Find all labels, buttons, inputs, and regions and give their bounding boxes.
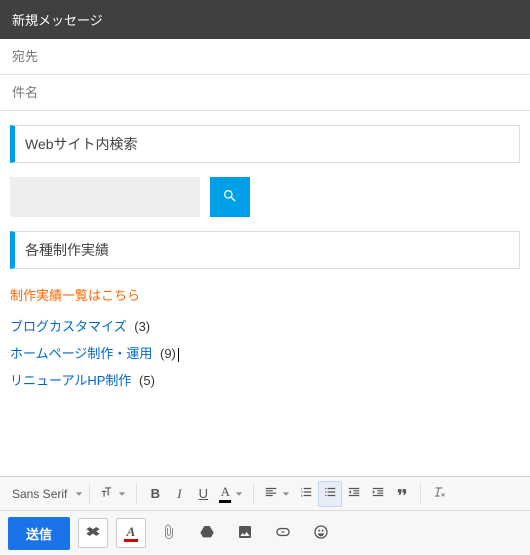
align-left-icon (264, 485, 278, 502)
dropbox-icon (85, 524, 101, 543)
insert-photo-button[interactable] (230, 518, 260, 548)
format-a-icon: A (124, 524, 138, 542)
chevron-down-icon (235, 486, 243, 501)
drive-icon (199, 524, 215, 543)
list-ol-icon (299, 485, 313, 502)
action-toolbar: 送信 A (0, 511, 530, 555)
align-button[interactable] (260, 481, 294, 507)
quote-icon (395, 485, 409, 502)
indent-less-button[interactable] (342, 481, 366, 507)
recipients-row[interactable] (0, 39, 530, 75)
attach-button[interactable] (154, 518, 184, 548)
indent-decrease-icon (347, 485, 361, 502)
bottom-toolbars: Sans Serif B I U A (0, 476, 530, 555)
window-title: 新規メッセージ (0, 0, 530, 39)
insert-emoji-button[interactable] (306, 518, 336, 548)
underline-button[interactable]: U (191, 481, 215, 507)
subject-row[interactable] (0, 75, 530, 111)
formatting-toolbar: Sans Serif B I U A (0, 477, 530, 511)
insert-link-button[interactable] (268, 518, 298, 548)
site-search-input[interactable] (10, 177, 200, 217)
category-count: (3) (134, 319, 150, 334)
list-item: ホームページ制作・運用 (9) (10, 343, 520, 362)
chevron-down-icon (282, 486, 290, 501)
send-button[interactable]: 送信 (8, 517, 70, 550)
font-family-select[interactable]: Sans Serif (6, 487, 71, 501)
image-icon (237, 524, 253, 543)
italic-button[interactable]: I (167, 481, 191, 507)
emoji-icon (313, 524, 329, 543)
text-cursor (178, 348, 179, 362)
quote-button[interactable] (390, 481, 414, 507)
works-all-link[interactable]: 制作実績一覧はこちら (10, 285, 520, 304)
remove-formatting-button[interactable] (427, 481, 451, 507)
section-header-works: 各種制作実績 (10, 231, 520, 269)
indent-more-button[interactable] (366, 481, 390, 507)
list-item: リニューアルHP制作 (5) (10, 370, 520, 389)
dropbox-button[interactable] (78, 518, 108, 548)
site-search-button[interactable] (210, 177, 250, 217)
chevron-down-icon (118, 486, 126, 501)
category-count: (5) (139, 373, 155, 388)
clear-format-icon (432, 485, 446, 502)
category-list: ブログカスタマイズ (3) ホームページ制作・運用 (9) リニューアルHP制作… (10, 316, 520, 389)
list-ul-icon (323, 485, 337, 502)
font-size-button[interactable] (96, 481, 130, 507)
indent-increase-icon (371, 485, 385, 502)
category-count: (9) (160, 346, 176, 361)
numbered-list-button[interactable] (294, 481, 318, 507)
category-link[interactable]: ホームページ制作・運用 (10, 346, 152, 361)
font-size-icon (100, 485, 114, 502)
list-item: ブログカスタマイズ (3) (10, 316, 520, 335)
text-color-button[interactable]: A (215, 481, 247, 507)
paperclip-icon (161, 524, 177, 543)
bulleted-list-button[interactable] (318, 481, 342, 507)
subject-input[interactable] (12, 85, 518, 100)
search-icon (222, 188, 238, 207)
category-link[interactable]: リニューアルHP制作 (10, 373, 131, 388)
link-icon (275, 524, 291, 543)
text-format-button[interactable]: A (116, 518, 146, 548)
bold-button[interactable]: B (143, 481, 167, 507)
recipients-input[interactable] (12, 49, 518, 64)
compose-body[interactable]: Webサイト内検索 各種制作実績 制作実績一覧はこちら ブログカスタマイズ (3… (0, 125, 530, 407)
chevron-down-icon (75, 486, 83, 501)
category-link[interactable]: ブログカスタマイズ (10, 319, 127, 334)
drive-button[interactable] (192, 518, 222, 548)
section-header-search: Webサイト内検索 (10, 125, 520, 163)
